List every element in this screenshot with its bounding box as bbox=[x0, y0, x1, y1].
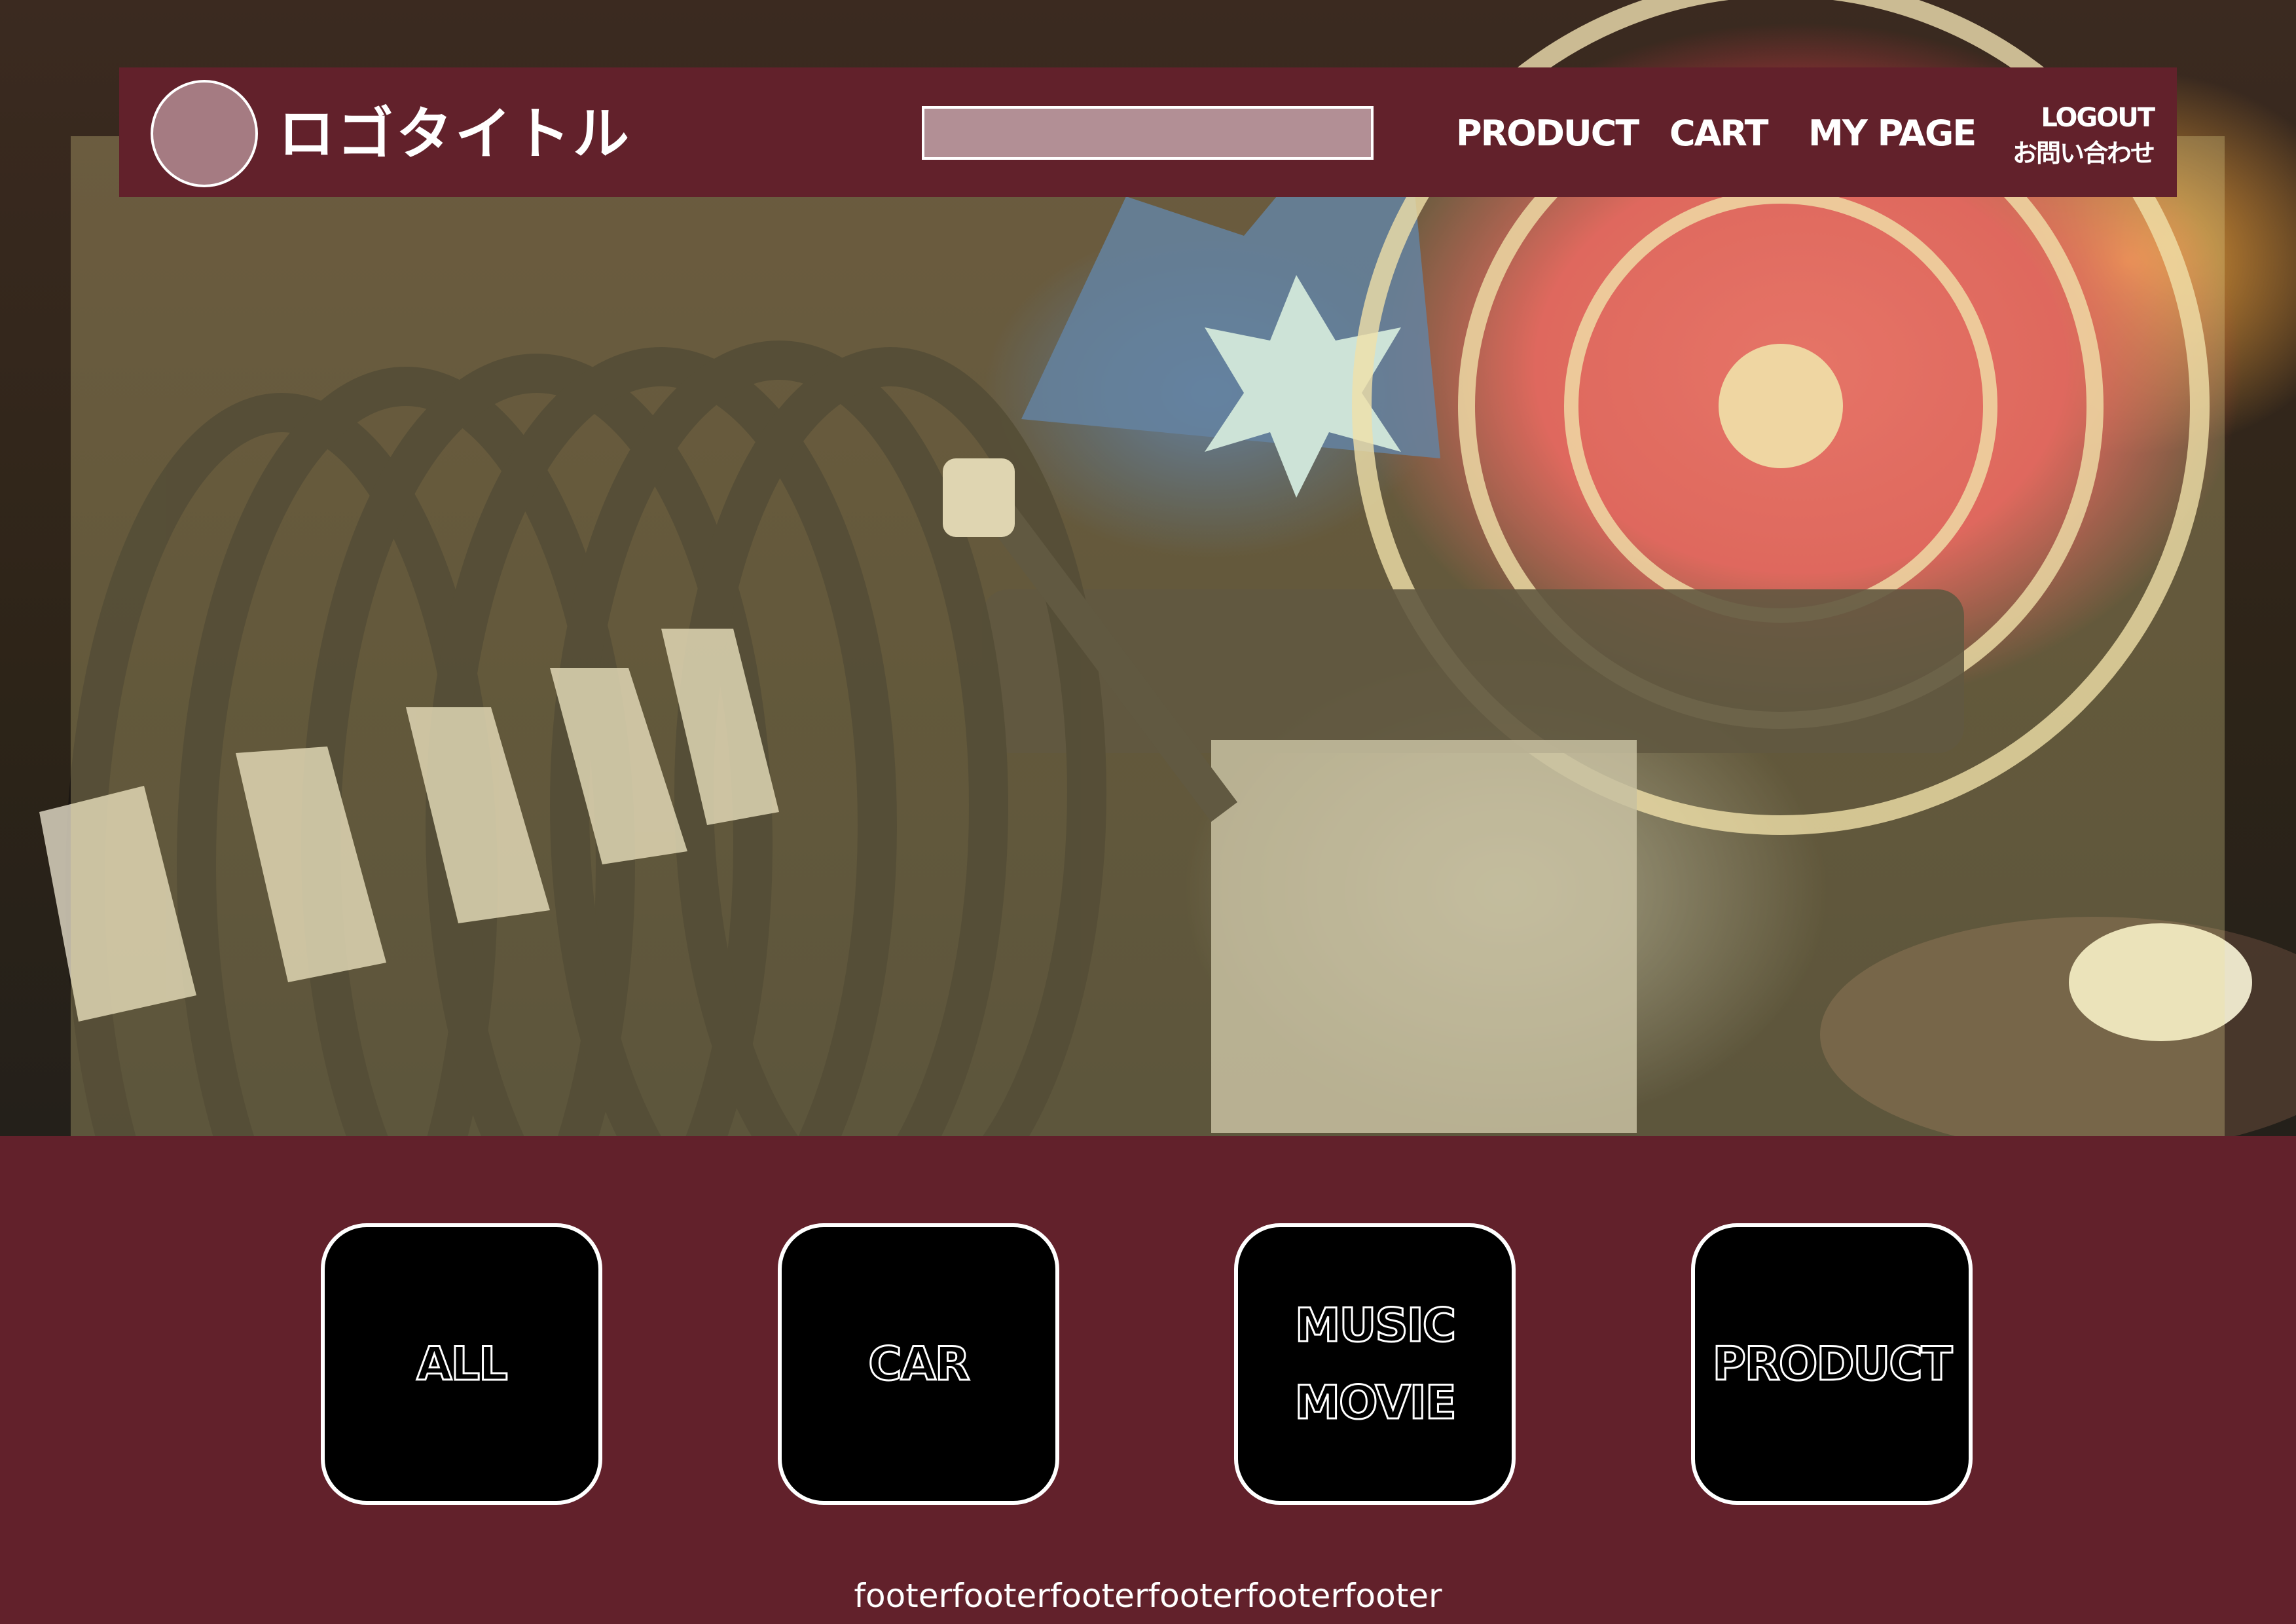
category-tile-car[interactable]: CAR bbox=[778, 1223, 1059, 1505]
category-label-line1: MUSIC bbox=[1294, 1298, 1457, 1354]
nav-my-page-link[interactable]: MY PAGE bbox=[1808, 110, 1977, 157]
hero-overlay bbox=[71, 136, 2225, 1136]
category-label: PRODUCT bbox=[1711, 1337, 1954, 1392]
category-label: ALL bbox=[416, 1337, 509, 1392]
category-label: CAR bbox=[867, 1337, 971, 1392]
logo-title[interactable]: ロゴタイトル bbox=[278, 98, 632, 170]
logo-icon[interactable] bbox=[151, 80, 258, 187]
category-tile-product[interactable]: PRODUCT bbox=[1691, 1223, 1973, 1505]
category-tile-music-movie[interactable]: MUSIC MOVIE bbox=[1234, 1223, 1516, 1505]
nav-logout-link[interactable]: LOGOUT bbox=[1977, 101, 2155, 135]
search-input[interactable] bbox=[922, 106, 1374, 160]
category-tile-all[interactable]: ALL bbox=[321, 1223, 602, 1505]
nav-product-link[interactable]: PRODUCT bbox=[1456, 110, 1639, 157]
footer-text: footerfooterfooterfooterfooterfooter bbox=[854, 1577, 1442, 1615]
nav-contact-link[interactable]: お問い合わせ bbox=[1977, 136, 2155, 170]
nav-cart-link[interactable]: CART bbox=[1669, 110, 1768, 157]
category-label-line2: MOVIE bbox=[1294, 1375, 1457, 1431]
